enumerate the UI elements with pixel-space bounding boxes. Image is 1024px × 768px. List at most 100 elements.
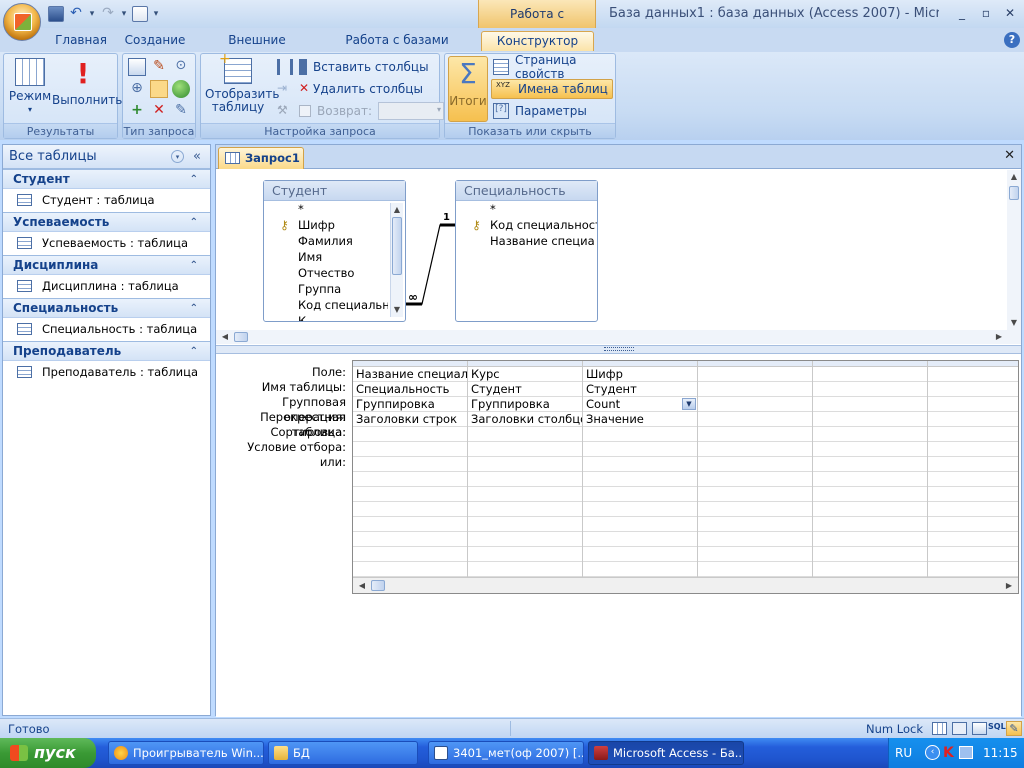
append-query-icon[interactable]: ⊕ [128,80,146,98]
delete-query-icon[interactable]: ✕ [150,102,168,120]
nav-group-teacher[interactable]: Преподаватель ⌃ [3,341,210,361]
grid-cell-or[interactable] [353,457,467,472]
grid-cell-empty[interactable] [813,397,927,412]
grid-cell-table[interactable]: Специальность [353,382,467,397]
grid-cell-field[interactable]: Шифр [583,367,697,382]
network-icon[interactable] [959,746,973,759]
customize-qat-icon[interactable]: ▾ [152,9,160,19]
tab-query1[interactable]: Запрос1 [218,147,304,169]
nav-item-student-table[interactable]: Студент : таблица [3,189,210,212]
scroll-thumb[interactable] [234,332,248,342]
grid-cell-empty[interactable] [353,472,467,487]
nav-group-student[interactable]: Студент ⌃ [3,169,210,189]
grid-cell-empty[interactable] [928,517,1018,532]
grid-cell-empty[interactable] [928,487,1018,502]
grid-cell-empty[interactable] [468,472,582,487]
save-icon[interactable] [48,6,64,22]
grid-cell-empty[interactable] [928,562,1018,577]
grid-cell-empty[interactable] [813,457,927,472]
scroll-thumb[interactable] [1009,186,1019,200]
tray-expand-icon[interactable]: ‹ [925,745,940,760]
grid-cell-empty[interactable] [698,412,812,427]
nav-item-performance-table[interactable]: Успеваемость : таблица [3,232,210,255]
grid-cell-empty[interactable] [583,472,697,487]
start-button[interactable]: пуск [0,738,96,768]
grid-cell-empty[interactable] [928,472,1018,487]
grid-cell-empty[interactable] [353,517,467,532]
grid-cell-empty[interactable] [698,397,812,412]
tab-designer[interactable]: Конструктор [481,31,594,51]
scroll-left-icon[interactable]: ◀ [355,579,369,593]
grid-cell-or[interactable] [583,457,697,472]
nav-item-teacher-table[interactable]: Преподаватель : таблица [3,361,210,384]
grid-cell-empty[interactable] [468,487,582,502]
grid-cell-empty[interactable] [353,502,467,517]
grid-cell-criteria[interactable] [353,442,467,457]
make-table-query-icon[interactable]: ✎ [150,58,168,76]
redo-dropdown-icon[interactable]: ▾ [120,9,128,19]
grid-cell-empty[interactable] [698,487,812,502]
grid-hscrollbar[interactable]: ◀ ▶ [353,577,1018,593]
minimize-button[interactable]: _ [954,6,970,20]
grid-cell-total[interactable]: Группировка [353,397,467,412]
grid-cell-empty[interactable] [813,532,927,547]
tab-home[interactable]: Главная [52,31,110,51]
grid-cell-empty[interactable] [468,517,582,532]
grid-cell-empty[interactable] [928,382,1018,397]
pivot-chart-view-icon[interactable] [972,722,987,735]
grid-cell-total[interactable]: Группировка [468,397,582,412]
grid-column[interactable]: Шифр Студент Count ▼ Значение [583,361,698,579]
undo-dropdown-icon[interactable]: ▾ [88,9,96,19]
office-button[interactable] [3,3,41,41]
grid-cell-empty[interactable] [698,532,812,547]
grid-cell-total[interactable]: Count ▼ [583,397,697,412]
property-sheet-button[interactable]: Страница свойств [493,53,615,81]
parameters-button[interactable]: [?] Параметры [493,101,587,121]
grid-cell-empty[interactable] [928,502,1018,517]
return-combo[interactable]: ▾ [378,102,445,120]
grid-cell-empty[interactable] [583,517,697,532]
grid-cell-empty[interactable] [698,442,812,457]
grid-cell-empty[interactable] [928,547,1018,562]
grid-column[interactable]: Название специальности Специальность Гру… [353,361,468,579]
grid-cell-empty[interactable] [698,517,812,532]
grid-cell-empty[interactable] [468,562,582,577]
grid-cell-empty[interactable] [928,457,1018,472]
pass-through-query-icon[interactable] [172,80,190,98]
relationship-line[interactable] [216,170,636,345]
grid-cell-field[interactable]: Название специальности [353,367,467,382]
nav-header-dropdown-icon[interactable]: ▾ [171,150,184,163]
grid-cell-empty[interactable] [583,487,697,502]
grid-cell-field[interactable]: Курс [468,367,582,382]
grid-cell-empty[interactable] [928,367,1018,382]
grid-cell-criteria[interactable] [468,442,582,457]
grid-cell-empty[interactable] [928,442,1018,457]
nav-group-performance[interactable]: Успеваемость ⌃ [3,212,210,232]
grid-cell-empty[interactable] [928,532,1018,547]
grid-column[interactable]: Курс Студент Группировка Заголовки столб… [468,361,583,579]
taskbar-item-folder[interactable]: БД [268,741,418,765]
union-query-icon[interactable]: ⊙ [172,58,190,76]
taskbar-item-access[interactable]: Microsoft Access - Ба... [588,741,744,765]
scroll-right-icon[interactable]: ▶ [992,330,1006,344]
select-query-icon[interactable] [128,58,146,76]
grid-cell-empty[interactable] [813,487,927,502]
grid-cell-table[interactable]: Студент [583,382,697,397]
totals-button[interactable]: Σ Итоги [448,56,488,122]
grid-cell-empty[interactable] [353,487,467,502]
grid-cell-empty[interactable] [698,562,812,577]
scroll-up-icon[interactable]: ▲ [1007,170,1021,184]
view-mode-button[interactable]: Режим ▾ [8,58,52,116]
grid-cell-empty[interactable] [813,517,927,532]
grid-cell-empty[interactable] [698,427,812,442]
tab-create[interactable]: Создание [122,31,188,51]
print-preview-icon[interactable] [132,6,148,22]
scroll-right-icon[interactable]: ▶ [1002,579,1016,593]
delete-columns-button[interactable]: ⇥ ✕ Удалить столбцы [277,79,423,99]
scroll-thumb[interactable] [371,580,385,591]
close-document-icon[interactable]: ✕ [1004,148,1015,163]
insert-columns-button[interactable]: Вставить столбцы [277,57,429,77]
run-button[interactable]: ! Выполнить [52,58,122,107]
language-indicator[interactable]: RU [895,746,912,760]
grid-cell-empty[interactable] [813,547,927,562]
